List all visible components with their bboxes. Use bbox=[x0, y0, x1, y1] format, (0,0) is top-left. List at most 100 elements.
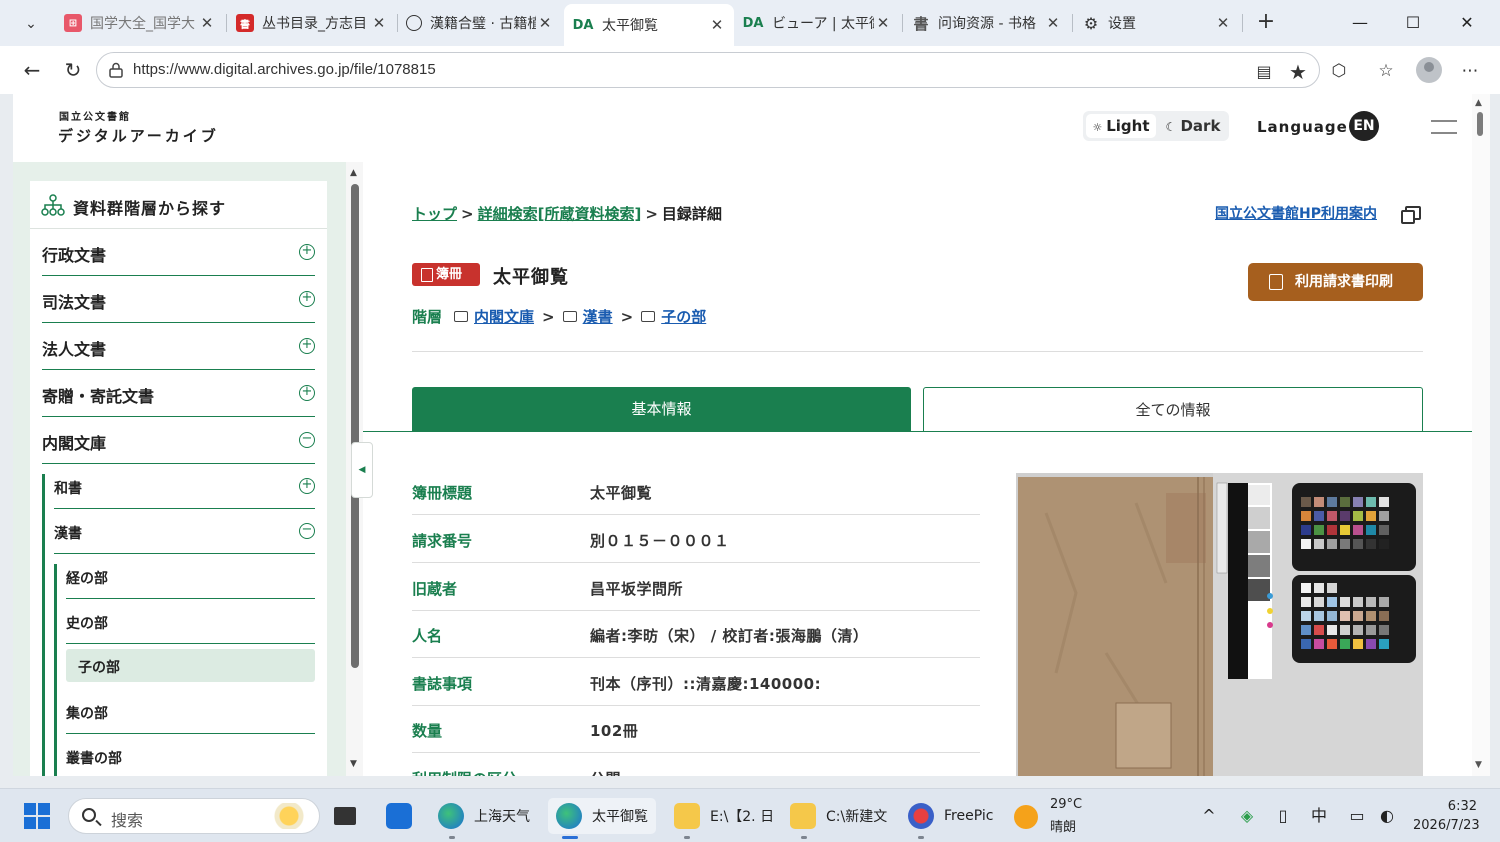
tree-item-kansho[interactable]: 漢書 − bbox=[54, 509, 315, 554]
taskbar-app-explorer-e[interactable]: E:\【2. 日 bbox=[674, 798, 774, 834]
external-link-icon[interactable] bbox=[1401, 206, 1421, 224]
tree-item-shu[interactable]: 集の部 bbox=[66, 689, 315, 734]
hierarchy-link-naikaku[interactable]: 内閣文庫 bbox=[474, 306, 534, 327]
sidebar-collapse-button[interactable]: ◀ bbox=[351, 442, 373, 498]
hierarchy-link-kansho[interactable]: 漢書 bbox=[583, 306, 613, 327]
scroll-down-icon[interactable]: ▼ bbox=[350, 759, 357, 769]
close-tab-icon[interactable]: ✕ bbox=[874, 14, 892, 32]
sidebar-scroll-thumb[interactable] bbox=[351, 184, 359, 668]
info-row: 書誌事項 刊本（序刊）::清嘉慶:140000: bbox=[412, 658, 980, 706]
favorites-list-icon[interactable]: ☆ bbox=[1374, 59, 1398, 83]
tree-item-label: 経の部 bbox=[66, 571, 108, 587]
url-text[interactable]: https://www.digital.archives.go.jp/file/… bbox=[133, 61, 436, 78]
browser-tab-kanseki[interactable]: 漢籍合璧 · 古籍植 ✕ bbox=[398, 6, 562, 40]
breadcrumb-search-link[interactable]: 詳細検索[所蔵資料検索] bbox=[478, 205, 642, 223]
tree-item-shiho[interactable]: 司法文書 + bbox=[42, 276, 315, 323]
taskbar-search[interactable]: 搜索 bbox=[68, 798, 320, 834]
show-hidden-icons-icon[interactable]: ^ bbox=[1198, 805, 1220, 827]
tree-item-kizo[interactable]: 寄贈・寄託文書 + bbox=[42, 370, 315, 417]
tree-item-label: 集の部 bbox=[66, 706, 108, 722]
refresh-button[interactable]: ↻ bbox=[59, 56, 87, 84]
minimize-button[interactable]: — bbox=[1340, 10, 1380, 36]
shuge-favicon-icon: 書 bbox=[913, 14, 929, 33]
breadcrumb-top-link[interactable]: トップ bbox=[412, 205, 457, 223]
tree-item-kei[interactable]: 経の部 bbox=[66, 554, 315, 599]
tab-all-info[interactable]: 全ての情報 bbox=[923, 387, 1423, 432]
browser-tab-taiheigyoran[interactable]: DA 太平御覧 ✕ bbox=[564, 4, 734, 46]
print-request-button[interactable]: 利用請求書印刷 bbox=[1248, 263, 1423, 301]
language-button[interactable]: EN bbox=[1349, 111, 1379, 141]
browser-tab-settings[interactable]: ⚙ 设置 ✕ bbox=[1074, 6, 1240, 40]
windows-start-icon[interactable] bbox=[24, 803, 50, 829]
close-tab-icon[interactable]: ✕ bbox=[370, 14, 388, 32]
security-shield-icon[interactable]: ◈ bbox=[1236, 805, 1258, 827]
more-menu-icon[interactable]: ⋯ bbox=[1458, 59, 1482, 83]
tree-item-label: 漢書 bbox=[54, 526, 82, 542]
expand-plus-icon[interactable]: + bbox=[299, 385, 315, 401]
browser-tab-viewer[interactable]: DA ビューア | 太平御 ✕ bbox=[734, 6, 900, 40]
weather-state: 晴朗 bbox=[1050, 820, 1077, 835]
tab-actions-menu-button[interactable]: ⌄ bbox=[14, 9, 48, 39]
taskbar-app-browser[interactable]: 太平御覧 bbox=[548, 798, 656, 834]
task-view-icon[interactable] bbox=[334, 798, 366, 834]
back-button[interactable]: ← bbox=[18, 56, 46, 84]
tree-item-sosho[interactable]: 叢書の部 bbox=[66, 734, 315, 776]
new-tab-button[interactable]: + bbox=[1252, 9, 1280, 37]
browser-tab-congshu[interactable]: 書 丛书目录_方志目 ✕ bbox=[228, 6, 396, 40]
close-tab-icon[interactable]: ✕ bbox=[1214, 14, 1232, 32]
usb-device-icon[interactable]: ▯ bbox=[1272, 805, 1294, 827]
collapse-minus-icon[interactable]: − bbox=[299, 432, 315, 448]
store-app-icon[interactable] bbox=[386, 798, 422, 834]
favorite-star-icon[interactable]: ★ bbox=[1287, 61, 1309, 83]
taskbar-search-placeholder: 搜索 bbox=[111, 811, 144, 830]
taskbar-clock[interactable]: 6:32 2026/7/23 bbox=[1413, 797, 1480, 835]
document-thumbnail[interactable] bbox=[1016, 473, 1423, 776]
theme-light-button[interactable]: ☼ Light bbox=[1086, 114, 1156, 138]
tree-item-shi-selected[interactable]: 子の部 bbox=[66, 649, 315, 682]
expand-plus-icon[interactable]: + bbox=[299, 338, 315, 354]
theme-toggle: ☼ Light ☾ Dark bbox=[1083, 111, 1229, 141]
ime-indicator[interactable]: 中 bbox=[1308, 805, 1330, 827]
close-tab-icon[interactable]: ✕ bbox=[536, 14, 554, 32]
close-tab-icon[interactable]: ✕ bbox=[1044, 14, 1062, 32]
hamburger-menu-icon[interactable] bbox=[1431, 118, 1457, 136]
extensions-icon[interactable]: ⬡ bbox=[1327, 59, 1351, 83]
tab-basic-info[interactable]: 基本情報 bbox=[412, 387, 911, 432]
taskbar-app-weather[interactable]: 上海天气 bbox=[438, 798, 530, 834]
hierarchy-link-shi[interactable]: 子の部 bbox=[661, 306, 706, 327]
tree-item-naikaku[interactable]: 内閣文庫 − bbox=[42, 417, 315, 464]
scroll-up-icon[interactable]: ▲ bbox=[350, 168, 357, 178]
page-scrollbar[interactable]: ▲ ▼ bbox=[1472, 94, 1490, 776]
expand-plus-icon[interactable]: + bbox=[299, 244, 315, 260]
browser-tab-guoxue[interactable]: ⊞ 国学大全_国学大 ✕ bbox=[56, 6, 224, 40]
tree-item-gyosei[interactable]: 行政文書 + bbox=[42, 229, 315, 276]
page-scroll-thumb[interactable] bbox=[1477, 112, 1483, 136]
reader-mode-icon[interactable]: ▤ bbox=[1253, 61, 1275, 83]
moon-icon: ☾ bbox=[1165, 120, 1181, 134]
tree-item-hojin[interactable]: 法人文書 + bbox=[42, 323, 315, 370]
volume-icon[interactable]: ◐ bbox=[1376, 805, 1398, 827]
tree-item-washo[interactable]: 和書 + bbox=[54, 464, 315, 509]
expand-plus-icon[interactable]: + bbox=[299, 478, 315, 494]
browser-tab-shuge[interactable]: 書 问询资源 - 书格 ✕ bbox=[904, 6, 1070, 40]
hierarchy-label: 階層 bbox=[412, 308, 443, 326]
taskbar-app-freepic[interactable]: FreePic bbox=[908, 798, 993, 834]
address-bar[interactable]: https://www.digital.archives.go.jp/file/… bbox=[96, 52, 1320, 88]
scroll-up-icon[interactable]: ▲ bbox=[1475, 98, 1482, 108]
logo-title[interactable]: デジタルアーカイブ bbox=[58, 125, 219, 146]
profile-avatar[interactable] bbox=[1416, 57, 1442, 83]
collapse-minus-icon[interactable]: − bbox=[299, 523, 315, 539]
close-window-button[interactable]: ✕ bbox=[1447, 10, 1487, 36]
network-icon[interactable]: ▭ bbox=[1346, 805, 1368, 827]
maximize-button[interactable]: ☐ bbox=[1393, 10, 1433, 36]
tree-item-shi[interactable]: 史の部 bbox=[66, 599, 315, 644]
info-key: 旧蔵者 bbox=[412, 580, 458, 598]
taskbar-app-explorer-c[interactable]: C:\新建文 bbox=[790, 798, 887, 834]
close-tab-icon[interactable]: ✕ bbox=[198, 14, 216, 32]
close-tab-icon[interactable]: ✕ bbox=[708, 16, 726, 34]
scroll-down-icon[interactable]: ▼ bbox=[1475, 760, 1482, 770]
logo-small-text[interactable]: 国立公文書館 bbox=[59, 108, 131, 123]
expand-plus-icon[interactable]: + bbox=[299, 291, 315, 307]
hp-guide-link[interactable]: 国立公文書館HP利用案内 bbox=[1215, 203, 1377, 223]
theme-dark-button[interactable]: ☾ Dark bbox=[1159, 114, 1227, 138]
